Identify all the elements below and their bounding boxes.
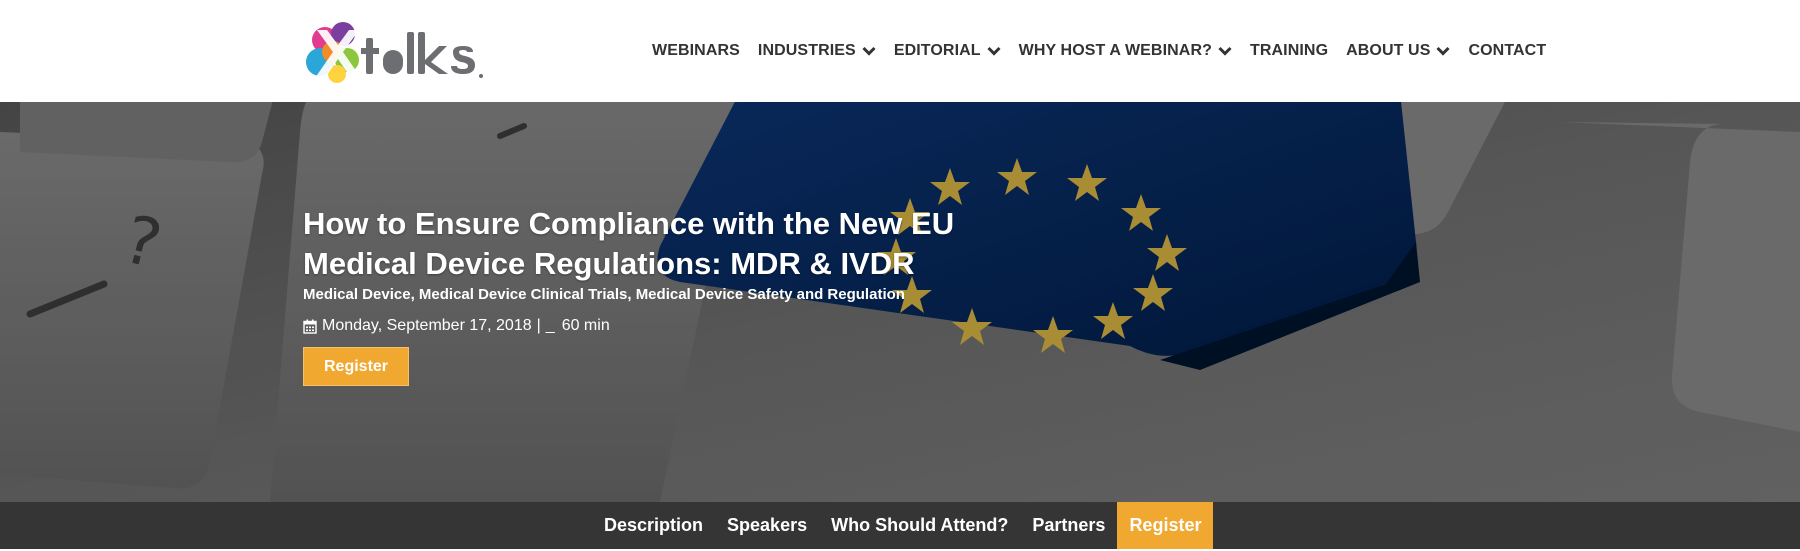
nav-item-label: ABOUT US	[1346, 42, 1431, 59]
chevron-down-icon	[1436, 46, 1451, 56]
hero-banner: ? How to Ensure Compliance with the New …	[0, 102, 1800, 502]
category-separator: ,	[627, 286, 636, 303]
register-button[interactable]: Register	[303, 347, 410, 386]
nav-item-training[interactable]: TRAINING	[1250, 42, 1328, 60]
tab-register[interactable]: Register	[1117, 502, 1214, 549]
nav-item-label: EDITORIAL	[893, 42, 981, 59]
nav-item-editorial[interactable]: EDITORIAL	[894, 42, 1001, 60]
meta-separator: |	[536, 317, 541, 334]
category-link-clinical-trials[interactable]: Medical Device Clinical Trials	[419, 286, 627, 303]
nav-item-label: WHY HOST A WEBINAR?	[1018, 42, 1212, 59]
chevron-down-icon	[987, 46, 1001, 56]
nav-item-about-us[interactable]: ABOUT US	[1346, 42, 1451, 60]
webinar-meta: Monday, September 17, 2018 | _ 60 min	[303, 317, 1023, 335]
category-list: Medical Device, Medical Device Clinical …	[303, 286, 1023, 303]
webinar-time: _	[545, 317, 555, 334]
webinar-duration: 60 min	[561, 317, 610, 334]
chevron-down-icon	[862, 46, 876, 56]
nav-item-contact[interactable]: CONTACT	[1468, 42, 1546, 60]
site-header: WEBINARS INDUSTRIES EDITORIAL WHY HOST A…	[0, 0, 1800, 102]
nav-item-webinars[interactable]: WEBINARS	[652, 42, 740, 60]
xtalks-logo[interactable]	[303, 18, 493, 84]
nav-item-label: TRAINING	[1249, 42, 1329, 59]
hero-content: How to Ensure Compliance with the New EU…	[303, 204, 1023, 386]
category-link-medical-device[interactable]: Medical Device	[303, 286, 411, 303]
chevron-down-icon	[1218, 46, 1232, 56]
nav-item-label: WEBINARS	[652, 42, 740, 59]
nav-item-industries[interactable]: INDUSTRIES	[758, 42, 876, 60]
main-nav: WEBINARS INDUSTRIES EDITORIAL WHY HOST A…	[652, 38, 1546, 64]
nav-item-label: INDUSTRIES	[757, 42, 856, 59]
category-link-safety-regulation[interactable]: Medical Device Safety and Regulation	[636, 286, 905, 303]
calendar-icon	[303, 319, 317, 334]
tab-partners[interactable]: Partners	[1020, 502, 1117, 549]
section-tabbar: Description Speakers Who Should Attend? …	[0, 502, 1800, 549]
tab-description[interactable]: Description	[592, 502, 715, 549]
nav-item-label: CONTACT	[1468, 42, 1547, 59]
tab-speakers[interactable]: Speakers	[715, 502, 819, 549]
nav-item-why-host[interactable]: WHY HOST A WEBINAR?	[1019, 42, 1232, 60]
tab-who-should-attend[interactable]: Who Should Attend?	[819, 502, 1020, 549]
webinar-date: Monday, September 17, 2018	[322, 317, 532, 334]
section-tabs: Description Speakers Who Should Attend? …	[592, 502, 1214, 549]
category-separator: ,	[410, 286, 419, 303]
webinar-title: How to Ensure Compliance with the New EU…	[303, 206, 955, 281]
